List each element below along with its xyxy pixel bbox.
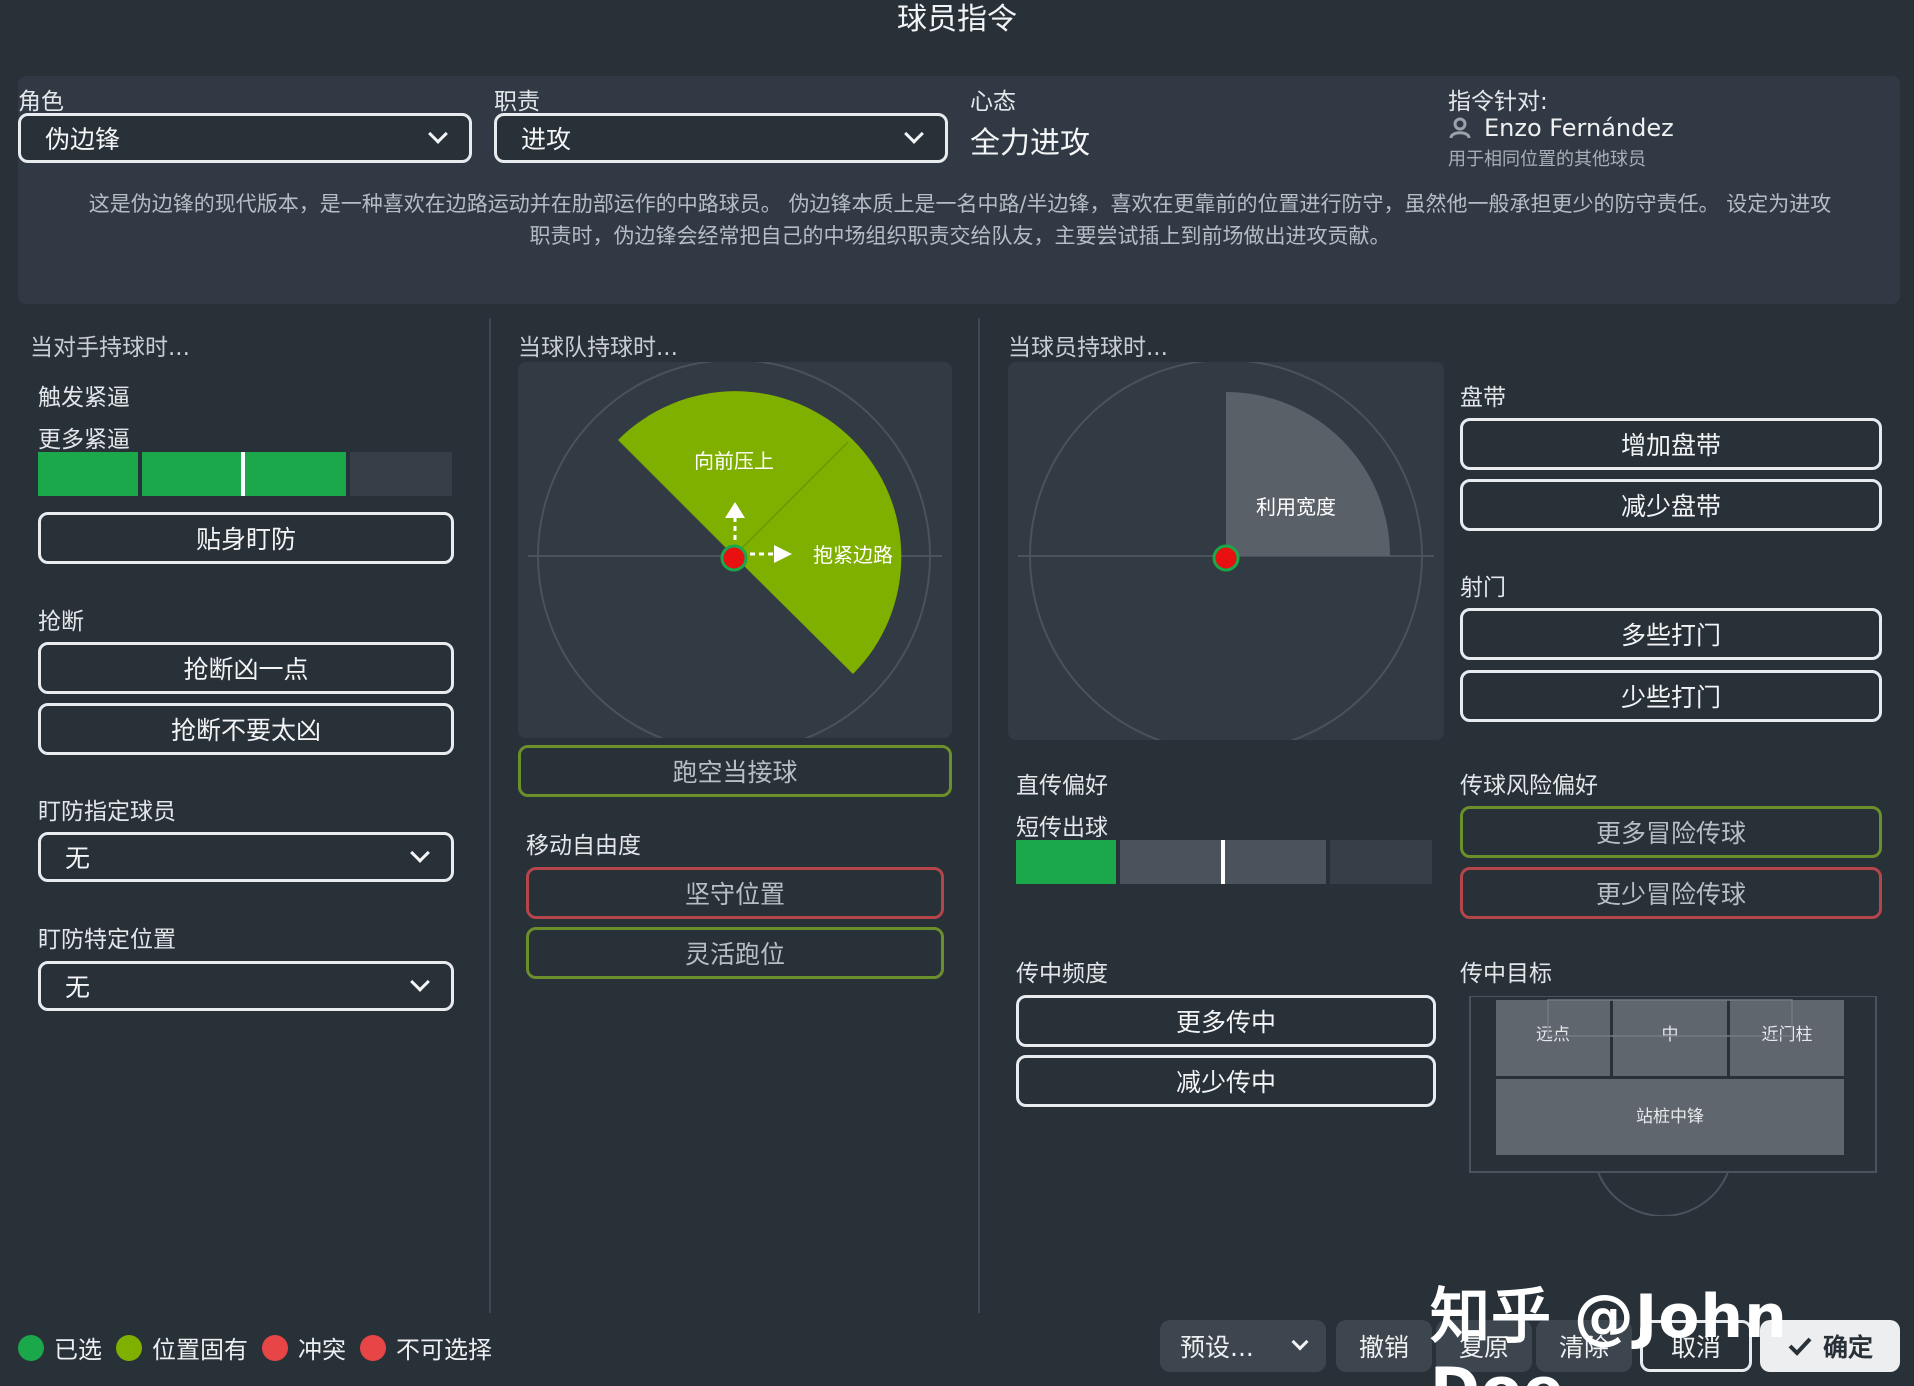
- direct-passing-value: 短传出球: [1016, 815, 1108, 841]
- dribble-less-button[interactable]: 减少盘带: [1460, 479, 1882, 531]
- presets-button[interactable]: 预设...: [1160, 1320, 1326, 1372]
- striker-label: 站桩中锋: [1636, 1107, 1704, 1126]
- slider-segment: [1330, 840, 1432, 884]
- duty-value: 进攻: [521, 125, 572, 154]
- direct-passing-label: 直传偏好: [1016, 773, 1108, 799]
- presets-label: 预设...: [1180, 1333, 1254, 1362]
- column-divider: [489, 318, 491, 1313]
- cross-less-button[interactable]: 减少传中: [1016, 1055, 1436, 1107]
- tackle-label: 抢断: [38, 609, 84, 635]
- chevron-down-icon: [410, 843, 430, 863]
- undo-button[interactable]: 撤销: [1336, 1320, 1432, 1372]
- slider-segment: [38, 452, 138, 496]
- tackle-harder-button[interactable]: 抢断凶一点: [38, 642, 454, 694]
- shoot-less-button[interactable]: 少些打门: [1460, 670, 1882, 722]
- legend: 已选 位置固有 冲突 不可选择: [18, 1330, 492, 1365]
- on-ball-heading: 当球员持球时...: [1008, 335, 1168, 361]
- chevron-down-icon: [428, 124, 448, 144]
- target-player-name: Enzo Fernández: [1484, 114, 1674, 142]
- cross-target-diagram: 远点 中 近门柱 站桩中锋: [1468, 995, 1880, 1218]
- legend-selected: 已选: [54, 1336, 102, 1364]
- passing-directness-slider[interactable]: [1016, 840, 1432, 884]
- duty-label: 职责: [494, 89, 540, 115]
- slider-default-marker: [1221, 840, 1225, 884]
- centre-label: 中: [1662, 1025, 1679, 1044]
- watermark: 知乎 @John Doe: [1430, 1282, 1788, 1386]
- role-label: 角色: [18, 89, 64, 115]
- width-label: 利用宽度: [1256, 496, 1336, 519]
- window-title: 球员指令: [897, 2, 1017, 37]
- duty-dropdown[interactable]: 进攻: [494, 113, 948, 163]
- column-divider: [978, 318, 980, 1313]
- pass-risk-label: 传球风险偏好: [1460, 773, 1598, 799]
- description-line-1: 这是伪边锋的现代版本，是一种喜欢在边路运动并在肋部运作的中路球员。 伪边锋本质上…: [88, 192, 1832, 216]
- target-centre[interactable]: 中: [1613, 1000, 1727, 1076]
- selected-dot-icon: [18, 1334, 44, 1361]
- cross-target-label: 传中目标: [1460, 961, 1552, 987]
- slider-segment: [350, 452, 452, 496]
- get-further-forward-button[interactable]: 跑空当接球: [518, 745, 952, 797]
- penalty-box-diagram: 远点 中 近门柱 站桩中锋: [1469, 995, 1877, 1218]
- description-line-2: 职责时，伪边锋会经常把自己的中场组织职责交给队友，主要尝试插上到前场做出进攻贡献…: [529, 224, 1391, 248]
- shoot-label: 射门: [1460, 575, 1506, 601]
- tight-marking-button[interactable]: 贴身盯防: [38, 512, 454, 564]
- out-of-possession-heading: 当对手持球时...: [30, 335, 190, 361]
- stay-wide-label: 抱紧边路: [813, 544, 893, 567]
- target-label: 指令针对:: [1448, 89, 1548, 115]
- shoot-more-button[interactable]: 多些打门: [1460, 608, 1882, 660]
- mark-player-label: 盯防指定球员: [38, 799, 176, 825]
- mark-position-dropdown[interactable]: 无: [38, 961, 454, 1011]
- target-player[interactable]: Enzo Fernández: [1448, 114, 1674, 142]
- player-possession-pitch[interactable]: 利用宽度: [1008, 359, 1444, 753]
- more-risky-passes-button[interactable]: 更多冒险传球: [1460, 806, 1882, 858]
- conflict-dot-icon: [262, 1334, 288, 1361]
- legend-conflict: 冲突: [298, 1336, 346, 1364]
- forward-runs-label: 向前压上: [694, 450, 774, 473]
- legend-unavailable: 不可选择: [396, 1336, 492, 1364]
- mentality-value: 全力进攻: [970, 126, 1090, 161]
- mark-player-dropdown[interactable]: 无: [38, 832, 454, 882]
- cross-more-button[interactable]: 更多传中: [1016, 995, 1436, 1047]
- chevron-down-icon: [410, 972, 430, 992]
- dribble-label: 盘带: [1460, 385, 1506, 411]
- far-post-label: 远点: [1536, 1025, 1570, 1044]
- role-description: 这是伪边锋的现代版本，是一种喜欢在边路运动并在肋部运作的中路球员。 伪边锋本质上…: [36, 188, 1884, 252]
- ease-off-tackles-button[interactable]: 抢断不要太凶: [38, 703, 454, 755]
- in-possession-heading: 当球队持球时...: [518, 335, 678, 361]
- player-position-marker: [720, 544, 748, 572]
- chevron-down-icon: [1291, 1333, 1309, 1351]
- dribble-more-button[interactable]: 增加盘带: [1460, 418, 1882, 470]
- target-striker[interactable]: 站桩中锋: [1496, 1079, 1844, 1155]
- mark-position-label: 盯防特定位置: [38, 927, 176, 953]
- target-near-post[interactable]: 近门柱: [1730, 1000, 1844, 1076]
- slider-segment: [1016, 840, 1116, 884]
- team-possession-pitch[interactable]: 向前压上 抱紧边路: [518, 359, 952, 753]
- press-slider[interactable]: [38, 452, 452, 496]
- mark-player-value: 无: [65, 844, 91, 873]
- press-value: 更多紧逼: [38, 427, 130, 453]
- pitch-diagram: 利用宽度: [1018, 359, 1434, 753]
- press-label: 触发紧逼: [38, 385, 130, 411]
- freedom-label: 移动自由度: [526, 833, 641, 859]
- roam-button[interactable]: 灵活跑位: [526, 927, 944, 979]
- unavailable-dot-icon: [360, 1334, 386, 1361]
- target-far-post[interactable]: 远点: [1496, 1000, 1610, 1076]
- player-position-marker: [1212, 544, 1240, 572]
- near-post-label: 近门柱: [1762, 1025, 1813, 1044]
- fewer-risky-passes-button[interactable]: 更少冒险传球: [1460, 867, 1882, 919]
- inherent-dot-icon: [116, 1334, 142, 1361]
- mentality-label: 心态: [970, 89, 1016, 115]
- legend-inherent: 位置固有: [152, 1336, 248, 1364]
- mark-position-value: 无: [65, 973, 91, 1002]
- slider-default-marker: [241, 452, 245, 496]
- person-icon: [1449, 117, 1471, 139]
- role-dropdown[interactable]: 伪边锋: [18, 113, 472, 163]
- chevron-down-icon: [904, 124, 924, 144]
- target-subtext: 用于相同位置的其他球员: [1448, 149, 1646, 170]
- pitch-diagram: 向前压上 抱紧边路: [528, 359, 942, 753]
- hold-position-button[interactable]: 坚守位置: [526, 867, 944, 919]
- role-value: 伪边锋: [45, 125, 121, 154]
- cross-frequency-label: 传中频度: [1016, 961, 1108, 987]
